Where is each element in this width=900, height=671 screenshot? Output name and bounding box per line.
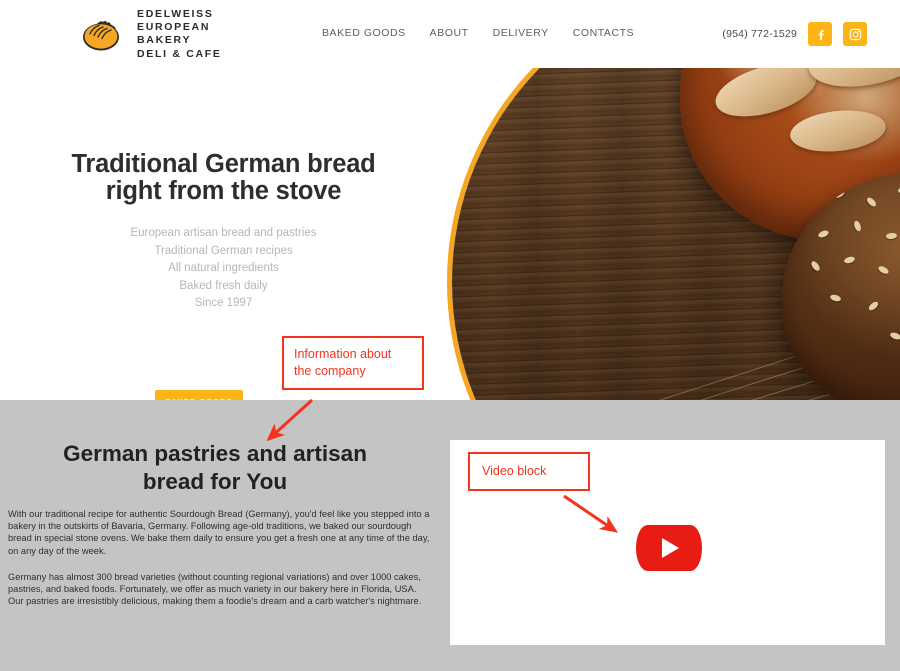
seeded-loaf xyxy=(782,173,900,400)
hero-subtitle-line-4: Baked fresh daily xyxy=(179,279,268,292)
phone-number[interactable]: (954) 772-1529 xyxy=(722,28,797,40)
about-paragraph-1: With our traditional recipe for authenti… xyxy=(8,509,430,556)
hero-subtitle-line-3: All natural ingredients xyxy=(168,262,279,275)
logo-line-1: EDELWEISS xyxy=(137,8,214,20)
facebook-glyph xyxy=(818,29,824,40)
play-triangle xyxy=(662,538,679,558)
main-navigation: BAKED GOODS ABOUT DELIVERY CONTACTS xyxy=(322,27,634,39)
annotation-arrow-company xyxy=(266,398,314,442)
logo-line-3: BAKERY xyxy=(137,34,192,47)
annotation-company-info: Information about the company xyxy=(282,336,424,390)
about-title-line-1: German pastries and artisan xyxy=(63,441,367,466)
hero-section: Traditional German bread right from the … xyxy=(0,68,900,400)
instagram-glyph xyxy=(849,28,861,40)
about-title: German pastries and artisan bread for Yo… xyxy=(0,440,430,496)
hero-subtitle-line-2: Traditional German recipes xyxy=(154,244,293,257)
bread-loaf-icon xyxy=(83,21,119,51)
logo-line-2: EUROPEAN xyxy=(137,21,211,34)
logo-line-4: DELI & CAFE xyxy=(137,47,222,60)
hero-subtitle-line-1: European artisan bread and pastries xyxy=(130,227,317,239)
about-body: With our traditional recipe for authenti… xyxy=(8,508,432,607)
instagram-icon[interactable] xyxy=(843,22,867,46)
hero-title-line-1: Traditional German bread xyxy=(71,150,376,178)
logo-wordmark: EDELWEISS EUROPEAN BAKERY DELI & CAFE xyxy=(137,8,222,61)
nav-item-delivery[interactable]: DELIVERY xyxy=(493,27,549,39)
nav-item-about[interactable]: ABOUT xyxy=(430,27,469,39)
hero-title: Traditional German bread right from the … xyxy=(0,151,447,205)
nav-item-baked-goods[interactable]: BAKED GOODS xyxy=(322,27,406,39)
site-logo[interactable]: EDELWEISS EUROPEAN BAKERY DELI & CAFE xyxy=(78,8,222,61)
hero-bread-photo xyxy=(452,68,900,400)
about-title-line-2: bread for You xyxy=(142,469,288,494)
about-paragraph-2: Germany has almost 300 bread varieties (… xyxy=(8,571,422,607)
facebook-icon[interactable] xyxy=(808,22,832,46)
header-contact-group: (954) 772-1529 xyxy=(722,22,867,46)
site-header: EDELWEISS EUROPEAN BAKERY DELI & CAFE BA… xyxy=(0,0,900,68)
nav-item-contacts[interactable]: CONTACTS xyxy=(573,27,634,39)
hero-title-line-2: right from the stove xyxy=(105,177,342,205)
hero-subtitle: European artisan bread and pastries Trad… xyxy=(0,225,447,313)
annotation-arrow-video xyxy=(563,494,618,533)
annotation-video-block: Video block xyxy=(468,452,590,491)
hero-subtitle-line-5: Since 1997 xyxy=(194,297,253,310)
sunflower-seeds xyxy=(782,173,900,400)
baked-goods-cta-button[interactable]: BAKED GOODS xyxy=(155,390,243,400)
page-root: EDELWEISS EUROPEAN BAKERY DELI & CAFE BA… xyxy=(0,0,900,671)
hero-copy: Traditional German bread right from the … xyxy=(0,68,447,400)
youtube-play-icon[interactable] xyxy=(636,525,702,571)
hero-image-circle xyxy=(447,68,900,400)
about-section: German pastries and artisan bread for Yo… xyxy=(0,400,900,671)
